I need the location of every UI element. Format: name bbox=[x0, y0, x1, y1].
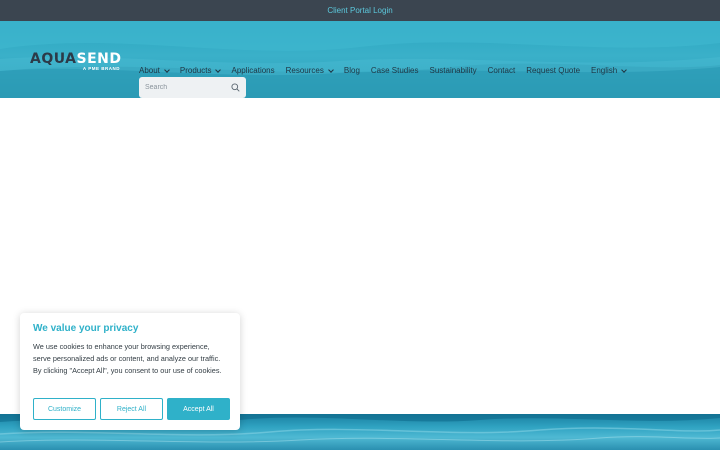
accept-all-button[interactable]: Accept All bbox=[167, 398, 230, 420]
chevron-down-icon bbox=[215, 66, 222, 73]
customize-button[interactable]: Customize bbox=[33, 398, 96, 420]
nav-item-english[interactable]: English bbox=[591, 66, 628, 75]
aquasend-logo[interactable]: AQUASEND A PME BRAND bbox=[30, 52, 122, 72]
nav-item-label: Blog bbox=[343, 66, 360, 75]
client-portal-link[interactable]: Client Portal Login bbox=[327, 6, 392, 15]
chevron-down-icon bbox=[164, 66, 170, 73]
nav-item-label: Contact bbox=[487, 66, 516, 75]
nav-item-label: Case Studies bbox=[370, 66, 419, 75]
cookie-body: We use cookies to enhance your browsing … bbox=[33, 342, 222, 375]
cookie-title: We value your privacy bbox=[33, 323, 139, 334]
nav-item-contact[interactable]: Contact bbox=[488, 66, 516, 75]
site-header: AQUASEND A PME BRAND About Products Applic… bbox=[0, 21, 720, 98]
nav-item-request-quote[interactable]: Request Quote bbox=[526, 66, 580, 75]
logo-text-dark: AQUA bbox=[30, 51, 77, 67]
nav-item-label: Request Quote bbox=[526, 66, 581, 75]
cookie-buttons: Customize Reject All Accept All bbox=[33, 398, 234, 420]
nav-item-products[interactable]: Products bbox=[179, 66, 222, 75]
nav-item-resources[interactable]: Resources bbox=[285, 66, 334, 75]
top-bar: Client Portal Login bbox=[0, 0, 720, 21]
nav-item-label: Resources bbox=[285, 66, 324, 75]
nav-item-case-studies[interactable]: Case Studies bbox=[371, 66, 419, 75]
reject-all-button[interactable]: Reject All bbox=[100, 398, 163, 420]
search-box bbox=[139, 77, 246, 98]
logo-subtitle: A PME BRAND bbox=[82, 66, 120, 71]
cookie-consent-banner: We value your privacy We use cookies to … bbox=[20, 313, 240, 430]
logo-text-light: SEND bbox=[76, 51, 122, 67]
nav-item-label: Products bbox=[179, 66, 212, 75]
nav-item-label: Sustainability bbox=[429, 66, 477, 75]
nav-item-label: Applications bbox=[231, 66, 275, 75]
nav-item-sustainability[interactable]: Sustainability bbox=[429, 66, 476, 75]
nav-item-applications[interactable]: Applications bbox=[231, 66, 274, 75]
nav-item-label: English bbox=[591, 66, 618, 75]
nav-item-blog[interactable]: Blog bbox=[344, 66, 360, 75]
search-icon[interactable] bbox=[231, 83, 240, 92]
chevron-down-icon bbox=[621, 66, 628, 73]
nav-item-label: About bbox=[139, 66, 160, 75]
search-input[interactable] bbox=[145, 84, 229, 91]
nav-item-about[interactable]: About bbox=[139, 66, 170, 75]
chevron-down-icon bbox=[328, 66, 334, 73]
